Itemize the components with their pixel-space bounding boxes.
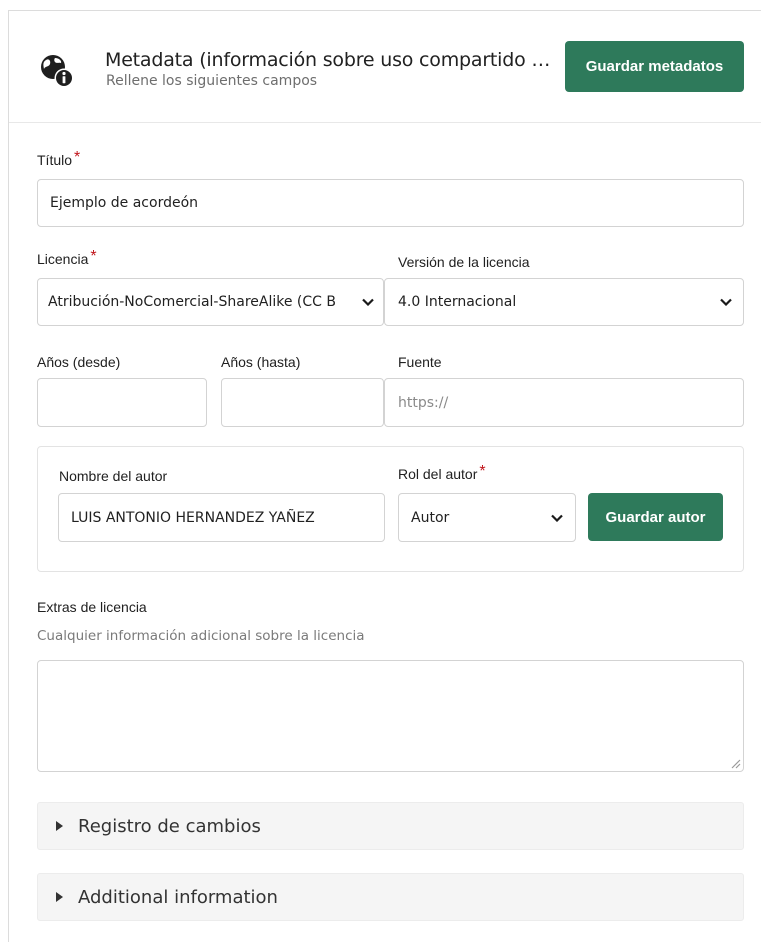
accordion-label: Registro de cambios (78, 815, 261, 837)
chevron-down-icon (709, 279, 743, 325)
required-marker: * (90, 248, 97, 265)
page-subtitle: Rellene los siguientes campos (106, 73, 318, 89)
required-marker: * (479, 463, 486, 480)
source-label: Fuente (398, 354, 442, 370)
caret-right-icon (56, 892, 66, 902)
globe-info-icon (41, 55, 74, 88)
title-label: Título * (37, 149, 81, 168)
panel-header: Metadata (información sobre uso comparti… (9, 11, 761, 123)
source-input[interactable]: https:// (384, 378, 744, 427)
caret-right-icon (56, 821, 66, 831)
save-author-button[interactable]: Guardar autor (588, 493, 723, 541)
accordion-change-log[interactable]: Registro de cambios (37, 802, 744, 850)
license-extras-textarea[interactable] (37, 660, 744, 772)
years-to-label: Años (hasta) (221, 354, 301, 370)
license-select-value: Atribución-NoComercial-ShareAlike (CC B (48, 294, 336, 310)
license-version-label: Versión de la licencia (398, 254, 530, 270)
license-select[interactable]: Atribución-NoComercial-ShareAlike (CC B (37, 278, 384, 326)
license-version-select-value: 4.0 Internacional (398, 294, 517, 310)
license-version-select[interactable]: 4.0 Internacional (384, 278, 744, 326)
metadata-panel: Metadata (información sobre uso comparti… (8, 10, 761, 942)
title-input[interactable]: Ejemplo de acordeón (37, 179, 744, 227)
years-from-input[interactable] (37, 378, 207, 427)
chevron-down-icon (353, 279, 383, 325)
author-name-label: Nombre del autor (59, 468, 168, 484)
chevron-down-icon (539, 494, 575, 541)
required-marker: * (74, 149, 81, 166)
resize-grip-icon[interactable] (729, 757, 741, 769)
license-extras-label: Extras de licencia (37, 599, 147, 615)
save-metadata-button[interactable]: Guardar metadatos (565, 41, 744, 92)
author-role-select-value: Autor (411, 509, 450, 526)
accordion-additional-information[interactable]: Additional information (37, 873, 744, 921)
license-extras-help: Cualquier información adicional sobre la… (37, 628, 365, 644)
page-title: Metadata (información sobre uso comparti… (105, 49, 559, 71)
accordion-label: Additional information (78, 886, 278, 908)
license-label: Licencia * (37, 248, 97, 267)
years-to-input[interactable] (221, 378, 384, 427)
years-from-label: Años (desde) (37, 354, 121, 370)
author-role-label: Rol del autor * (398, 463, 486, 482)
author-name-input[interactable]: LUIS ANTONIO HERNANDEZ YAÑEZ (58, 493, 385, 542)
author-role-select[interactable]: Autor (398, 493, 576, 542)
